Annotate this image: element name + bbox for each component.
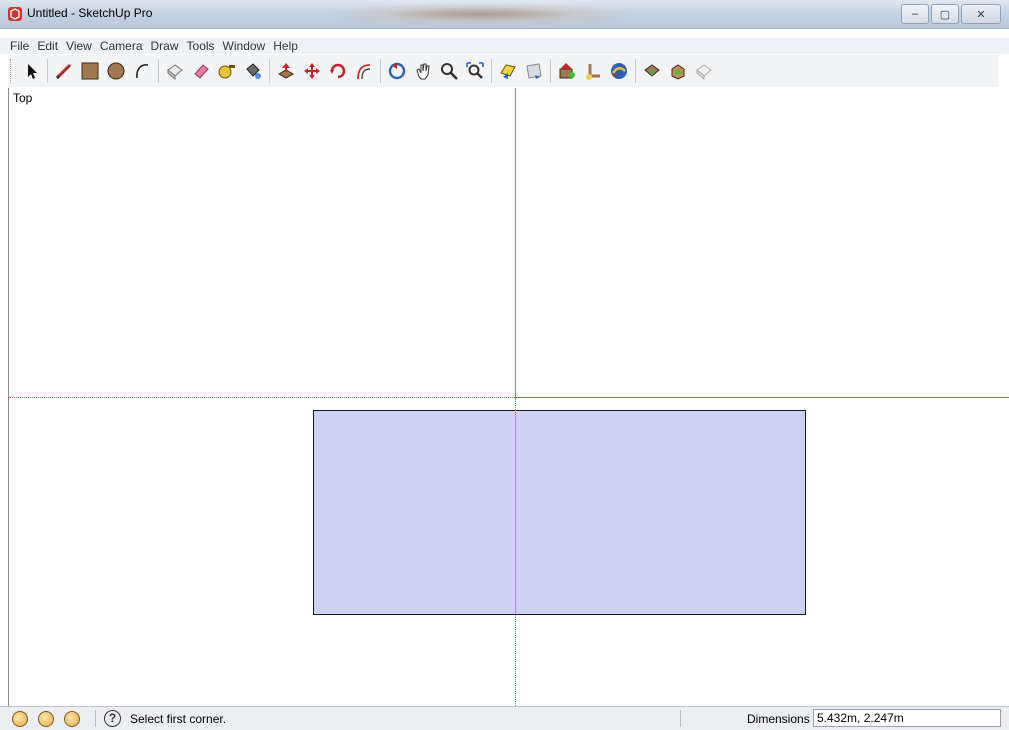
minimize-button[interactable]: –: [901, 4, 929, 24]
status-bar: ? Select first corner. Dimensions 5.432m…: [0, 706, 1009, 730]
help-icon[interactable]: ?: [104, 710, 121, 727]
pan-icon[interactable]: [411, 58, 435, 84]
previous-view-icon[interactable]: [496, 58, 520, 84]
menu-bar: File Edit View Camera Draw Tools Window …: [0, 38, 1009, 54]
scene-label: Top: [13, 91, 33, 105]
zoom-extents-icon[interactable]: [463, 58, 487, 84]
menu-tools[interactable]: Tools: [183, 39, 219, 53]
menu-edit[interactable]: Edit: [33, 39, 62, 53]
dimensions-label: Dimensions: [747, 712, 810, 726]
menu-camera[interactable]: Camera: [96, 39, 147, 53]
make-component-icon[interactable]: [163, 58, 187, 84]
share-model-icon[interactable]: [640, 58, 664, 84]
menu-view[interactable]: View: [62, 39, 96, 53]
sign-in-icon[interactable]: [64, 711, 80, 727]
dimensions-field[interactable]: 5.432m, 2.247m: [813, 709, 1001, 727]
menu-draw[interactable]: Draw: [147, 39, 183, 53]
toolbar-grip[interactable]: [10, 59, 14, 83]
toolbar: [8, 55, 998, 87]
menu-help[interactable]: Help: [269, 39, 302, 53]
red-axis-positive: [515, 397, 1009, 398]
close-button[interactable]: ✕: [961, 4, 1001, 24]
title-bar: Untitled - SketchUp Pro – ▢ ✕: [0, 0, 1009, 29]
rectangle-icon[interactable]: [78, 58, 102, 84]
offset-icon[interactable]: [352, 58, 376, 84]
maximize-button[interactable]: ▢: [931, 4, 959, 24]
green-axis-over-face: [515, 410, 516, 613]
toggle-terrain-icon[interactable]: [581, 58, 605, 84]
tape-measure-icon[interactable]: [215, 58, 239, 84]
menu-file[interactable]: File: [0, 39, 33, 53]
arc-icon[interactable]: [130, 58, 154, 84]
share-component-icon[interactable]: [666, 58, 690, 84]
rotate-icon[interactable]: [326, 58, 350, 84]
geo-location-icon[interactable]: [12, 711, 28, 727]
move-icon[interactable]: [300, 58, 324, 84]
menu-window[interactable]: Window: [219, 39, 270, 53]
status-message: Select first corner.: [130, 712, 227, 726]
select-icon[interactable]: [19, 58, 43, 84]
rectangle-face[interactable]: [313, 410, 806, 615]
next-view-icon[interactable]: [522, 58, 546, 84]
drawing-viewport[interactable]: Top: [8, 88, 1009, 706]
window-title: Untitled - SketchUp Pro: [27, 6, 153, 20]
circle-icon[interactable]: [104, 58, 128, 84]
add-location-icon[interactable]: [555, 58, 579, 84]
red-axis-negative: [9, 397, 515, 398]
get-models-icon[interactable]: [607, 58, 631, 84]
credits-icon[interactable]: [38, 711, 54, 727]
zoom-icon[interactable]: [437, 58, 461, 84]
pencil-icon[interactable]: [52, 58, 76, 84]
push-pull-icon[interactable]: [274, 58, 298, 84]
eraser-icon[interactable]: [189, 58, 213, 84]
green-axis-positive: [515, 88, 516, 398]
orbit-icon[interactable]: [385, 58, 409, 84]
extension-warehouse-icon[interactable]: [692, 58, 716, 84]
sketchup-logo-icon: [8, 7, 22, 21]
paint-bucket-icon[interactable]: [241, 58, 265, 84]
